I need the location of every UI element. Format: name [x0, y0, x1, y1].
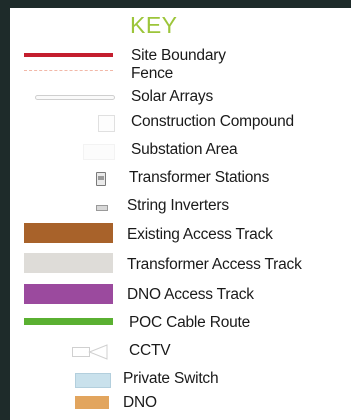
- legend-label: DNO: [123, 394, 157, 411]
- construction-compound-symbol: [98, 115, 115, 132]
- legend-label: Transformer Access Track: [127, 256, 302, 273]
- legend-label: Site Boundary: [131, 47, 226, 64]
- legend-label: Private Switch: [123, 370, 219, 387]
- legend-label: POC Cable Route: [129, 314, 251, 331]
- legend-label: Construction Compound: [131, 113, 294, 130]
- dno-access-track-symbol: [24, 284, 113, 304]
- legend-title: KEY: [130, 12, 178, 38]
- site-boundary-line-symbol: [24, 53, 113, 57]
- transformer-station-icon: [96, 172, 106, 186]
- transformer-access-track-symbol: [24, 253, 113, 273]
- solar-arrays-symbol: [35, 95, 115, 100]
- legend-label: CCTV: [129, 342, 171, 359]
- legend-label: DNO Access Track: [127, 286, 254, 303]
- fence-line-symbol: [24, 70, 113, 71]
- poc-cable-route-line-symbol: [24, 318, 113, 325]
- private-switch-symbol: [75, 373, 111, 388]
- substation-area-symbol: [83, 144, 115, 160]
- cctv-camera-icon: [72, 344, 108, 360]
- legend-label: Existing Access Track: [127, 226, 273, 243]
- legend-label: Substation Area: [131, 141, 238, 158]
- existing-access-track-symbol: [24, 223, 113, 243]
- dno-symbol: [75, 396, 109, 409]
- legend-label: Solar Arrays: [131, 88, 214, 105]
- string-inverter-icon: [96, 205, 108, 211]
- map-legend-frame: KEY Site Boundary Fence Solar Arrays Con…: [0, 0, 351, 420]
- legend-label: Fence: [131, 65, 174, 82]
- legend-label: String Inverters: [127, 197, 229, 214]
- legend-label: Transformer Stations: [129, 169, 270, 186]
